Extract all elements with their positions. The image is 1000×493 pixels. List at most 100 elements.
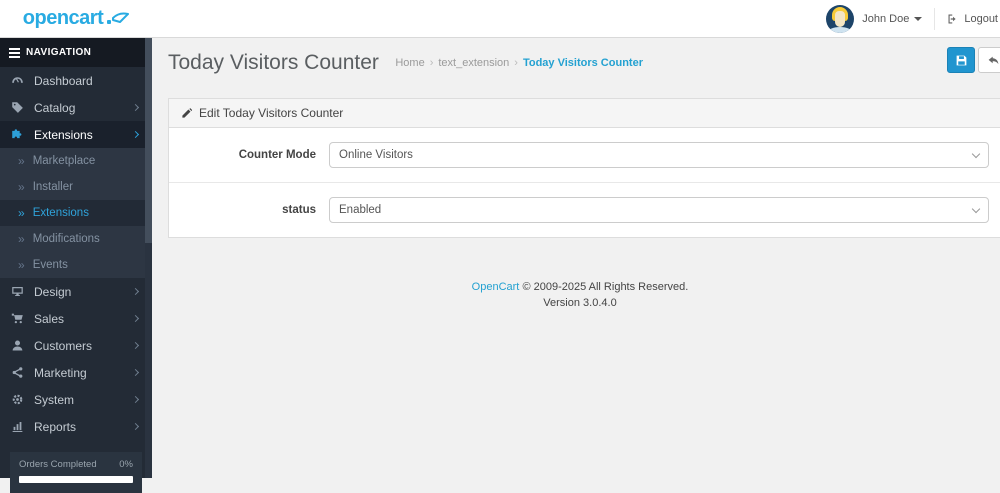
breadcrumb-text-extension[interactable]: text_extension	[438, 57, 509, 69]
avatar[interactable]	[826, 4, 855, 33]
subitem-label: Installer	[32, 181, 73, 193]
sidebar-item-customers[interactable]: Customers	[0, 332, 152, 359]
status-row: status Enabled	[169, 183, 1000, 237]
user-icon	[10, 339, 25, 352]
status-label: status	[282, 204, 316, 216]
opencart-logo[interactable]: opencart	[0, 0, 152, 37]
chevron-right-icon	[131, 368, 140, 377]
sidebar-item-label: Sales	[34, 311, 65, 326]
double-angle-icon	[18, 232, 33, 246]
status-select[interactable]: Enabled	[329, 197, 989, 223]
subitem-label: Modifications	[32, 233, 100, 245]
logout-button[interactable]: Logout	[935, 13, 1000, 25]
counter-mode-row: Counter Mode Online Visitors	[169, 128, 1000, 183]
chevron-right-icon	[131, 314, 140, 323]
sidebar-item-label: Reports	[34, 419, 77, 434]
shopping-cart-icon	[10, 312, 25, 325]
sidebar-item-system[interactable]: System	[0, 386, 152, 413]
back-arrow-icon	[988, 56, 998, 64]
sidebar-subitem-installer[interactable]: Installer	[0, 174, 152, 200]
sidebar: NAVIGATION Dashboard Catalog Extensions	[0, 38, 152, 493]
panel-heading: Edit Today Visitors Counter	[169, 99, 1000, 128]
footer-version: Version 3.0.4.0	[543, 296, 617, 309]
tags-icon	[10, 101, 25, 114]
sidebar-subitem-marketplace[interactable]: Marketplace	[0, 148, 152, 174]
dashboard-icon	[10, 74, 25, 87]
double-angle-icon	[18, 154, 33, 168]
sidebar-item-reports[interactable]: Reports	[0, 413, 152, 440]
back-button[interactable]	[978, 47, 1000, 73]
panel-title: Edit Today Visitors Counter	[199, 106, 344, 120]
sidebar-item-extensions[interactable]: Extensions	[0, 121, 152, 148]
sidebar-item-marketing[interactable]: Marketing	[0, 359, 152, 386]
sidebar-subitem-modifications[interactable]: Modifications	[0, 226, 152, 252]
sidebar-item-sales[interactable]: Sales	[0, 305, 152, 332]
main-content: Today Visitors Counter Home text_extensio…	[152, 38, 1000, 478]
breadcrumb-home[interactable]: Home	[395, 57, 424, 69]
chevron-right-icon	[131, 103, 140, 112]
chevron-right-icon	[131, 287, 140, 296]
chevron-right-icon	[131, 395, 140, 404]
sidebar-item-design[interactable]: Design	[0, 278, 152, 305]
footer-copyright: © 2009-2025 All Rights Reserved.	[522, 281, 689, 293]
chevron-right-icon	[131, 130, 140, 139]
subitem-label: Extensions	[32, 207, 89, 219]
double-angle-icon	[18, 206, 33, 220]
hamburger-icon[interactable]	[9, 46, 20, 60]
sign-out-icon	[948, 14, 956, 23]
breadcrumb-separator	[425, 57, 439, 69]
sidebar-item-label: Dashboard	[34, 73, 93, 88]
action-buttons	[947, 47, 1000, 73]
desktop-icon	[10, 285, 25, 298]
footer-opencart-link[interactable]: OpenCart	[472, 281, 520, 293]
subitem-label: Events	[32, 259, 68, 271]
breadcrumb: Home text_extension Today Visitors Counter	[395, 57, 643, 69]
orders-completed-widget: Orders Completed 0%	[10, 452, 142, 493]
double-angle-icon	[18, 180, 33, 194]
nav-title-label: NAVIGATION	[26, 47, 92, 58]
orders-progress-bar	[19, 476, 133, 483]
gear-icon	[10, 393, 25, 406]
header-user-area: John Doe Logout	[826, 0, 1000, 37]
sidebar-scrollbar[interactable]	[145, 38, 152, 478]
sidebar-subitem-extensions[interactable]: Extensions	[0, 200, 152, 226]
panel-body: Counter Mode Online Visitors status Enab…	[169, 128, 1000, 237]
chevron-right-icon	[131, 341, 140, 350]
scrollbar-thumb[interactable]	[145, 38, 152, 243]
counter-mode-select[interactable]: Online Visitors	[329, 142, 989, 168]
sidebar-item-dashboard[interactable]: Dashboard	[0, 67, 152, 94]
puzzle-icon	[10, 128, 25, 141]
page-header: Today Visitors Counter Home text_extensio…	[152, 38, 1000, 90]
orders-completed-label: Orders Completed	[19, 459, 97, 470]
chevron-right-icon	[131, 422, 140, 431]
page-title: Today Visitors Counter	[168, 51, 379, 74]
pencil-icon	[182, 107, 192, 118]
sidebar-item-label: System	[34, 392, 75, 407]
sidebar-item-label: Extensions	[34, 127, 93, 142]
edit-panel: Edit Today Visitors Counter Counter Mode…	[168, 98, 1000, 238]
sidebar-item-catalog[interactable]: Catalog	[0, 94, 152, 121]
floppy-save-icon	[956, 55, 966, 65]
sidebar-nav-title: NAVIGATION	[0, 38, 152, 67]
sidebar-item-label: Marketing	[34, 365, 87, 380]
sidebar-item-label: Design	[34, 284, 72, 299]
share-icon	[10, 366, 25, 379]
breadcrumb-separator	[509, 57, 523, 69]
sidebar-subitem-events[interactable]: Events	[0, 252, 152, 278]
cart-logo-icon	[107, 12, 130, 24]
sidebar-item-label: Customers	[34, 338, 93, 353]
logout-label: Logout	[964, 12, 998, 25]
save-button[interactable]	[947, 47, 975, 73]
bar-chart-icon	[10, 420, 25, 433]
counter-mode-label: Counter Mode	[238, 149, 316, 161]
sidebar-item-label: Catalog	[34, 100, 76, 115]
caret-down-icon[interactable]	[914, 16, 923, 21]
double-angle-icon	[18, 258, 33, 272]
subitem-label: Marketplace	[32, 155, 96, 167]
footer: OpenCart © 2009-2025 All Rights Reserved…	[152, 280, 1000, 312]
user-name[interactable]: John Doe	[862, 13, 909, 25]
orders-completed-value: 0%	[119, 459, 133, 470]
top-header: opencart John Doe Logout	[0, 0, 1000, 38]
logo-wordmark: opencart	[22, 7, 104, 29]
breadcrumb-current[interactable]: Today Visitors Counter	[523, 57, 643, 69]
